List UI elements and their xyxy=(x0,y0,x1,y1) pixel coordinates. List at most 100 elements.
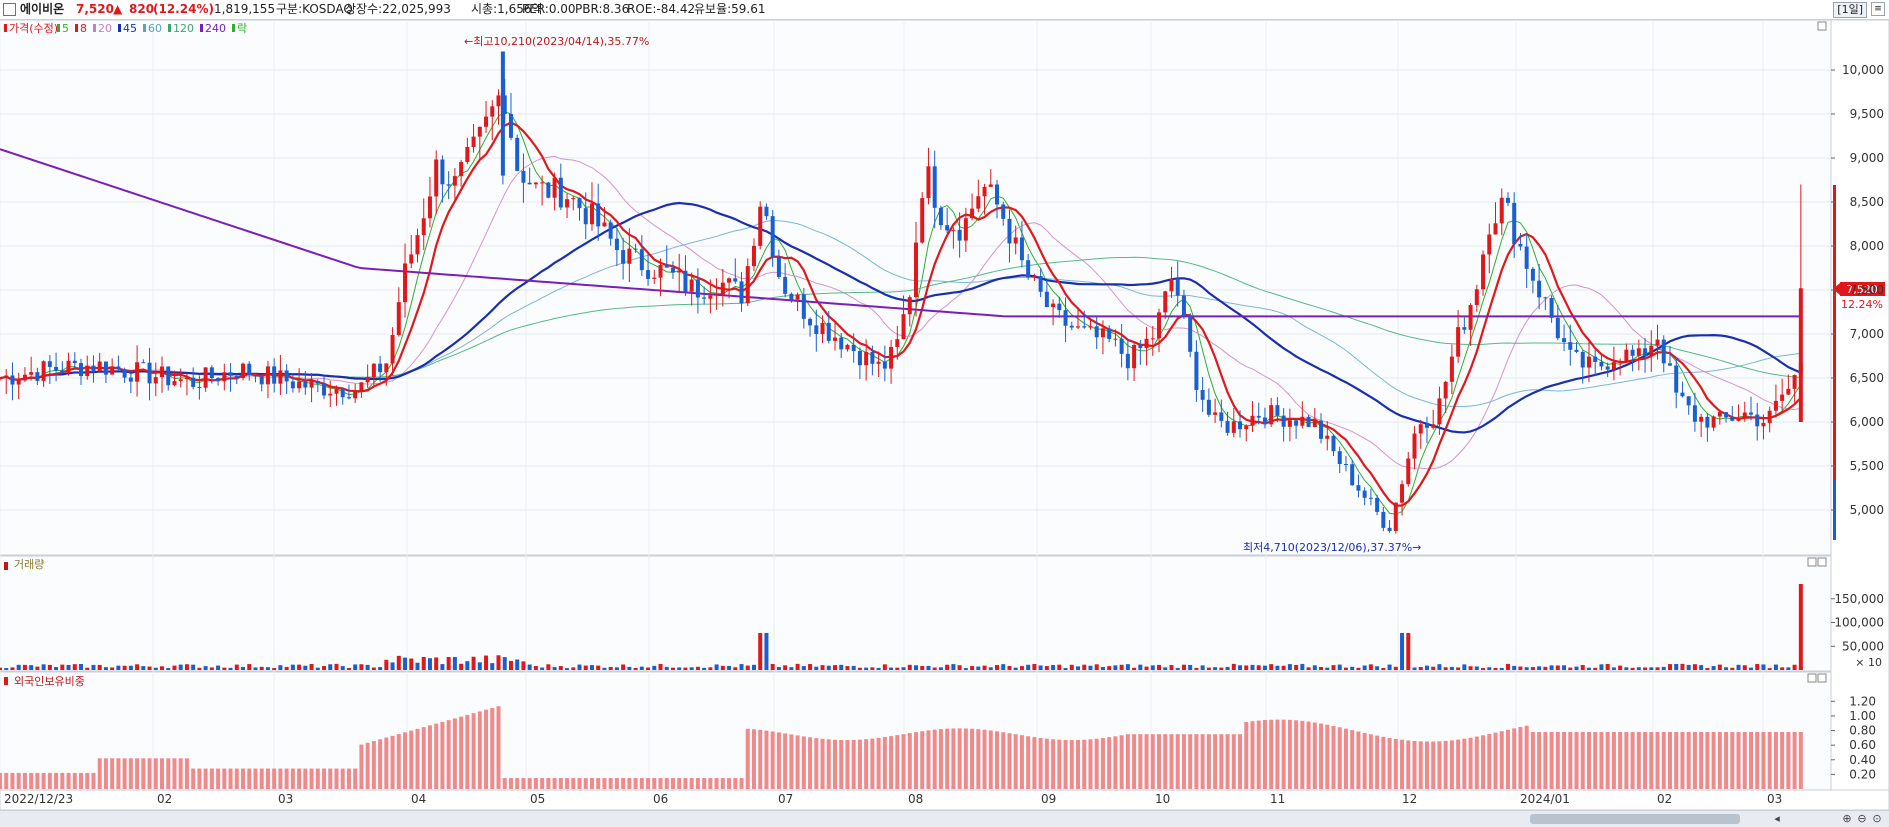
volume-bar xyxy=(409,658,414,670)
scroll-left-icon[interactable]: ◂ xyxy=(1770,812,1784,826)
volume-bar xyxy=(907,664,912,670)
foreign-bar xyxy=(970,728,975,789)
volume-bar xyxy=(677,667,682,670)
volume-bar xyxy=(695,666,700,670)
candle-body xyxy=(951,229,956,231)
volume-panel-close-icon[interactable] xyxy=(1817,557,1827,567)
volume-bar xyxy=(1611,667,1616,670)
chart-area[interactable]: 가격(수정) 5 8 20 45 60 120 240 락 ←최고10,210(2023/04/… xyxy=(0,0,1889,810)
price-tick-label: 6,500 xyxy=(1850,371,1884,385)
candle-body xyxy=(1150,338,1155,340)
candle-body xyxy=(272,366,277,384)
foreign-bar xyxy=(1100,738,1105,789)
candle-body xyxy=(22,374,27,381)
volume-panel-max-icon[interactable] xyxy=(1807,557,1817,567)
zoom-in-icon[interactable]: ⊕ xyxy=(1840,812,1854,826)
foreign-bar xyxy=(4,772,9,789)
volume-bar xyxy=(1169,665,1174,670)
foreign-bar xyxy=(895,735,900,789)
volume-bar xyxy=(1767,668,1772,670)
foreign-bar xyxy=(228,768,233,789)
volume-bar xyxy=(720,665,725,670)
candle-body xyxy=(434,159,439,197)
foreign-bar xyxy=(1094,738,1099,789)
foreign-bar xyxy=(1724,732,1729,789)
chart-scrollbar[interactable]: ◂ ⊕ ⊖ ⊙ xyxy=(0,810,1889,827)
volume-bar xyxy=(297,664,302,670)
foreign-bar xyxy=(1437,741,1442,789)
volume-bar xyxy=(1674,664,1679,670)
candle-body xyxy=(297,381,302,389)
candle-body xyxy=(290,381,295,389)
foreign-bar xyxy=(832,739,837,789)
candle-body xyxy=(957,229,962,241)
volume-bar xyxy=(1742,665,1747,670)
volume-bar xyxy=(1773,664,1778,670)
candle-body xyxy=(596,203,601,227)
foreign-bar xyxy=(876,737,881,789)
candle-body xyxy=(1256,415,1261,418)
candle-body xyxy=(1505,197,1510,203)
zoom-out-icon[interactable]: ⊖ xyxy=(1855,812,1869,826)
volume-bar xyxy=(278,665,283,670)
candle-body xyxy=(1275,405,1280,416)
candle-body xyxy=(832,337,837,341)
candle-body xyxy=(278,370,283,384)
volume-bar xyxy=(10,667,15,670)
candle-body xyxy=(565,199,570,208)
candle-body xyxy=(1356,485,1361,491)
foreign-tick-label: 1.20 xyxy=(1849,694,1876,708)
volume-bar xyxy=(47,664,52,670)
foreign-bar xyxy=(1231,734,1236,789)
foreign-bar xyxy=(47,772,52,789)
price-panel-close-icon[interactable] xyxy=(1817,21,1827,31)
scroll-thumb[interactable] xyxy=(1530,814,1740,824)
foreign-bar xyxy=(982,729,987,789)
zoom-reset-icon[interactable]: ⊙ xyxy=(1870,812,1884,826)
candle-body xyxy=(122,369,127,378)
candle-body xyxy=(1786,388,1791,395)
volume-bar xyxy=(265,667,270,670)
candle-body xyxy=(1100,328,1105,338)
candle-body xyxy=(689,279,694,292)
volume-bar xyxy=(1505,663,1510,670)
candle-body xyxy=(378,363,383,373)
foreign-bar xyxy=(764,730,769,789)
legend-marker xyxy=(4,24,7,32)
foreign-bar xyxy=(1132,734,1137,789)
candle-body xyxy=(1262,417,1267,425)
foreign-bar xyxy=(209,768,214,789)
volume-bar xyxy=(1375,666,1380,670)
foreign-bar xyxy=(315,768,320,789)
candle-body xyxy=(1724,412,1729,418)
volume-bar xyxy=(1462,664,1467,670)
volume-bar xyxy=(1306,667,1311,670)
volume-bar xyxy=(172,665,177,670)
foreign-bar xyxy=(54,772,59,789)
volume-bar xyxy=(552,667,557,670)
foreign-panel-close-icon[interactable] xyxy=(1817,673,1827,683)
volume-bar xyxy=(1113,665,1118,670)
foreign-panel-max-icon[interactable] xyxy=(1807,673,1817,683)
candle-body xyxy=(895,339,900,347)
x-axis-label: 02 xyxy=(157,792,172,806)
candle-body xyxy=(1661,339,1666,364)
candle-body xyxy=(1294,420,1299,426)
candle-body xyxy=(758,206,763,246)
volume-bar xyxy=(596,665,601,670)
foreign-bar xyxy=(739,778,744,789)
candle-body xyxy=(976,196,981,209)
volume-bar xyxy=(85,667,90,670)
legend-marker xyxy=(232,24,235,32)
volume-bar xyxy=(1586,667,1591,670)
candle-body xyxy=(1624,349,1629,361)
volume-bar xyxy=(814,666,819,670)
volume-bar xyxy=(652,665,657,670)
volume-bar xyxy=(415,662,420,670)
foreign-bar xyxy=(278,768,283,789)
volume-bar xyxy=(1181,664,1186,670)
volume-bar xyxy=(1468,666,1473,670)
candle-body xyxy=(1107,328,1112,339)
candle-body xyxy=(0,378,2,380)
candle-body xyxy=(1481,254,1486,290)
